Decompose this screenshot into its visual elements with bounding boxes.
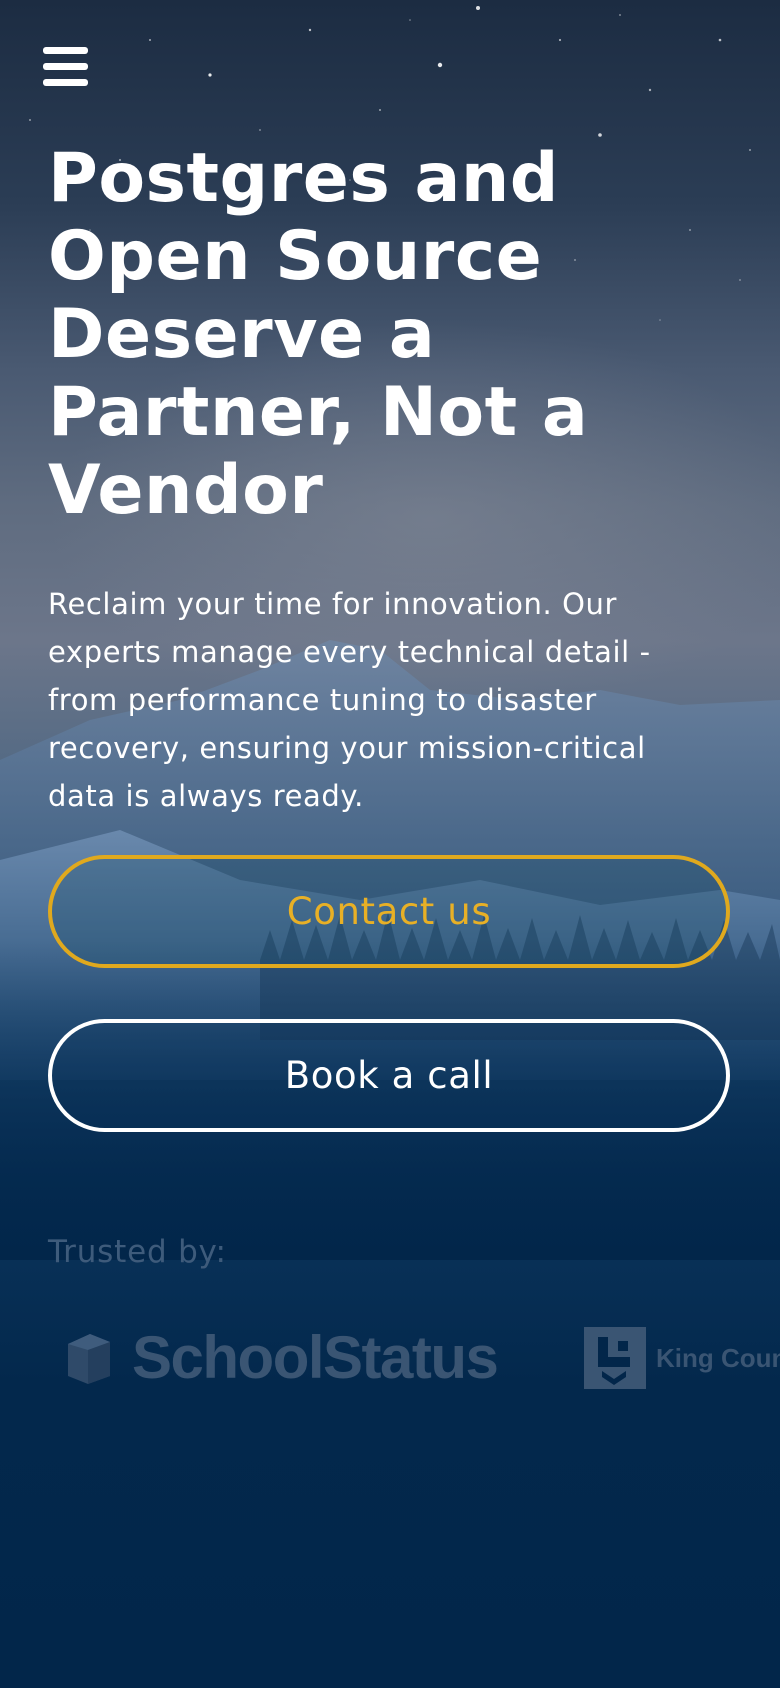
king-county-library-wordmark: King County Library — [656, 1343, 780, 1373]
menu-button[interactable] — [40, 44, 90, 90]
book-a-call-label: Book a call — [284, 1054, 494, 1097]
contact-us-label: Contact us — [286, 890, 492, 933]
book-a-call-button[interactable]: Book a call — [48, 1019, 730, 1132]
schoolstatus-mark-icon — [68, 1334, 110, 1384]
logo-strip: SchoolStatus King County Library — [0, 1310, 780, 1410]
schoolstatus-logo: SchoolStatus — [62, 1324, 499, 1391]
trusted-by-label: Trusted by: — [48, 1234, 227, 1270]
king-county-library-logo: King County Library — [584, 1326, 780, 1390]
schoolstatus-wordmark: SchoolStatus — [132, 1324, 499, 1391]
hamburger-menu-icon — [43, 47, 88, 54]
contact-us-button[interactable]: Contact us — [48, 855, 730, 968]
king-county-library-mark-icon — [584, 1327, 646, 1389]
hero-title: Postgres and Open Source Deserve a Partn… — [48, 139, 589, 530]
hero-subtitle: Reclaim your time for innovation. Our ex… — [48, 587, 651, 813]
